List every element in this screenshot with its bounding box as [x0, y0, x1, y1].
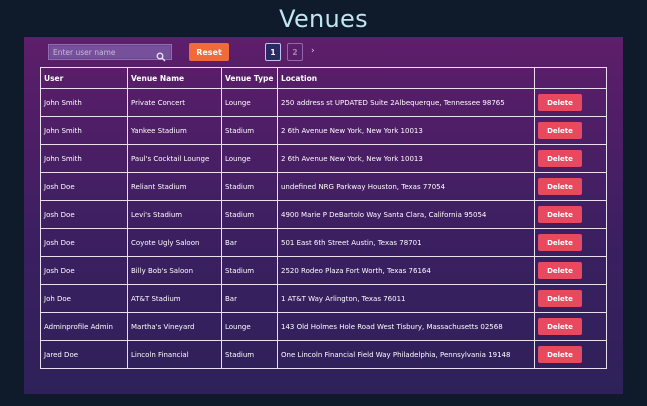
cell-actions: Delete [534, 116, 607, 145]
reset-button[interactable]: Reset [189, 43, 229, 61]
cell-venue-type: Stadium [221, 256, 278, 285]
table-row: Josh Doe Reliant Stadium Stadium undefined … [40, 172, 607, 201]
cell-location: One Lincoln Financial Field Way Philadel… [277, 340, 535, 369]
venues-panel: Reset 1 2 › User Venue Name Venue Type L… [24, 37, 623, 394]
delete-button[interactable]: Delete [538, 290, 582, 307]
cell-venue-name: Private Concert [127, 88, 222, 117]
cell-user: Jared Doe [40, 340, 128, 369]
column-header-location: Location [277, 67, 535, 89]
search-field [48, 44, 172, 62]
cell-venue-type: Stadium [221, 200, 278, 229]
table-header-row: User Venue Name Venue Type Location [40, 67, 607, 89]
cell-actions: Delete [534, 256, 607, 285]
cell-venue-name: Coyote Ugly Saloon [127, 228, 222, 257]
column-header-user: User [40, 67, 128, 89]
cell-venue-name: Billy Bob's Saloon [127, 256, 222, 285]
cell-user: Josh Doe [40, 200, 128, 229]
table-row: Jared Doe Lincoln Financial Stadium One Lin… [40, 340, 607, 369]
search-input[interactable] [49, 45, 157, 59]
column-header-actions [534, 67, 607, 89]
cell-venue-type: Bar [221, 228, 278, 257]
cell-actions: Delete [534, 144, 607, 173]
table-row: John Smith Paul's Cocktail Lounge Lounge 2 … [40, 144, 607, 173]
table-row: Adminprofile Admin Martha's Vineyard Loung… [40, 312, 607, 341]
search-icon[interactable] [156, 47, 166, 62]
cell-user: John Smith [40, 116, 128, 145]
table-row: Josh Doe Coyote Ugly Saloon Bar 501 East 6t… [40, 228, 607, 257]
venues-table: User Venue Name Venue Type Location John… [40, 67, 607, 369]
cell-location: undefined NRG Parkway Houston, Texas 770… [277, 172, 535, 201]
cell-venue-type: Lounge [221, 88, 278, 117]
delete-button[interactable]: Delete [538, 94, 582, 111]
cell-location: 501 East 6th Street Austin, Texas 78701 [277, 228, 535, 257]
cell-user: John Smith [40, 144, 128, 173]
table-row: Josh Doe Levi's Stadium Stadium 4900 Marie … [40, 200, 607, 229]
cell-user: Josh Doe [40, 172, 128, 201]
table-row: Josh Doe Billy Bob's Saloon Stadium 2520 Ro… [40, 256, 607, 285]
cell-venue-name: AT&T Stadium [127, 284, 222, 313]
cell-actions: Delete [534, 172, 607, 201]
cell-user: Adminprofile Admin [40, 312, 128, 341]
venues-table-body: John Smith Private Concert Lounge 250 addre… [40, 88, 607, 369]
cell-location: 2 6th Avenue New York, New York 10013 [277, 144, 535, 173]
cell-location: 2520 Rodeo Plaza Fort Worth, Texas 76164 [277, 256, 535, 285]
cell-location: 143 Old Holmes Hole Road West Tisbury, M… [277, 312, 535, 341]
table-row: John Smith Yankee Stadium Stadium 2 6th Ave… [40, 116, 607, 145]
cell-venue-type: Stadium [221, 172, 278, 201]
cell-venue-name: Yankee Stadium [127, 116, 222, 145]
cell-venue-name: Paul's Cocktail Lounge [127, 144, 222, 173]
column-header-venue-name: Venue Name [127, 67, 222, 89]
cell-actions: Delete [534, 88, 607, 117]
cell-user: Josh Doe [40, 228, 128, 257]
cell-actions: Delete [534, 340, 607, 369]
delete-button[interactable]: Delete [538, 206, 582, 223]
page-1-button[interactable]: 1 [265, 43, 281, 61]
next-page-icon[interactable]: › [311, 46, 315, 56]
table-row: Joh Doe AT&T Stadium Bar 1 AT&T Way Arlingt… [40, 284, 607, 313]
cell-location: 250 address st UPDATED Suite 2Albequerqu… [277, 88, 535, 117]
cell-location: 4900 Marie P DeBartolo Way Santa Clara, … [277, 200, 535, 229]
cell-location: 2 6th Avenue New York, New York 10013 [277, 116, 535, 145]
cell-location: 1 AT&T Way Arlington, Texas 76011 [277, 284, 535, 313]
cell-user: John Smith [40, 88, 128, 117]
cell-user: Josh Doe [40, 256, 128, 285]
cell-venue-type: Lounge [221, 144, 278, 173]
cell-actions: Delete [534, 312, 607, 341]
cell-user: Joh Doe [40, 284, 128, 313]
cell-venue-name: Reliant Stadium [127, 172, 222, 201]
page-2-button[interactable]: 2 [287, 43, 303, 61]
cell-venue-type: Bar [221, 284, 278, 313]
cell-venue-name: Levi's Stadium [127, 200, 222, 229]
column-header-venue-type: Venue Type [221, 67, 278, 89]
delete-button[interactable]: Delete [538, 150, 582, 167]
page-title: Venues [279, 5, 368, 33]
cell-venue-name: Martha's Vineyard [127, 312, 222, 341]
delete-button[interactable]: Delete [538, 178, 582, 195]
delete-button[interactable]: Delete [538, 346, 582, 363]
cell-venue-type: Stadium [221, 340, 278, 369]
delete-button[interactable]: Delete [538, 122, 582, 139]
cell-actions: Delete [534, 228, 607, 257]
cell-actions: Delete [534, 284, 607, 313]
cell-venue-type: Stadium [221, 116, 278, 145]
cell-venue-type: Lounge [221, 312, 278, 341]
table-row: John Smith Private Concert Lounge 250 addre… [40, 88, 607, 117]
delete-button[interactable]: Delete [538, 234, 582, 251]
cell-venue-name: Lincoln Financial [127, 340, 222, 369]
cell-actions: Delete [534, 200, 607, 229]
delete-button[interactable]: Delete [538, 262, 582, 279]
delete-button[interactable]: Delete [538, 318, 582, 335]
